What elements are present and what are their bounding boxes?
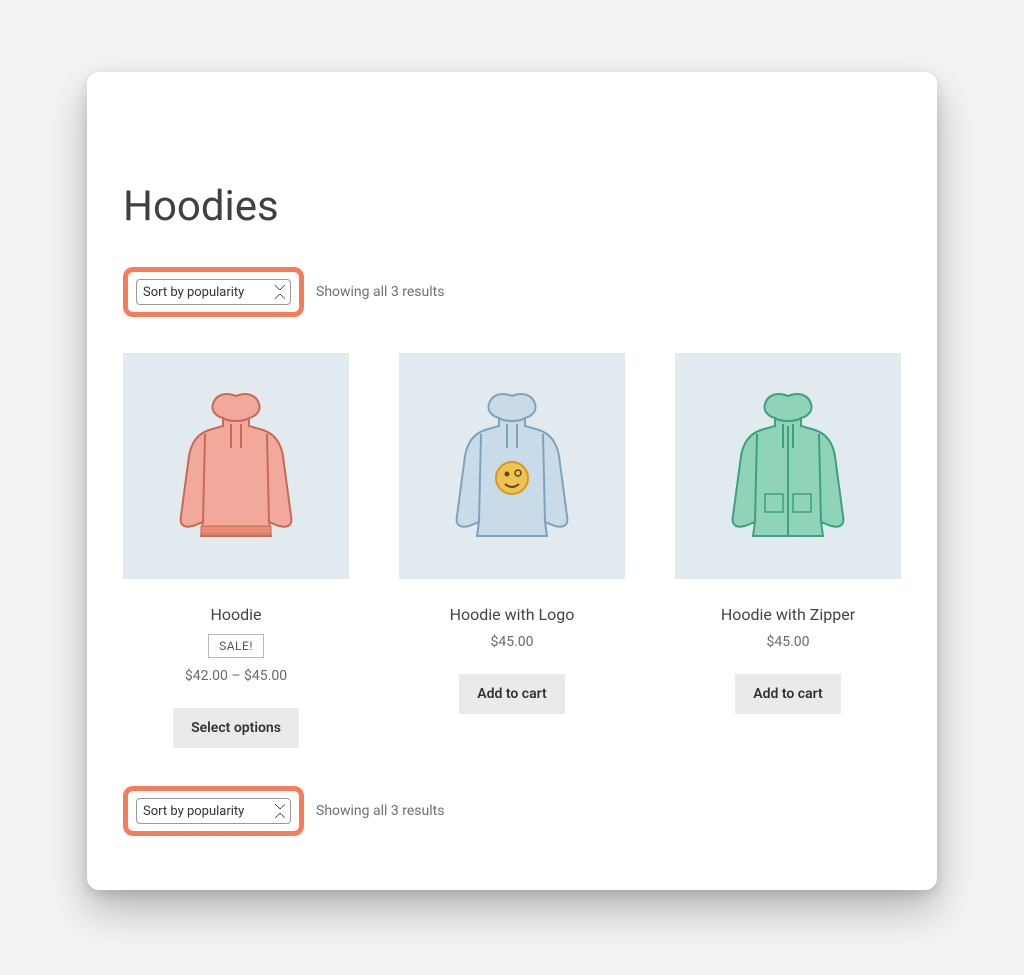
content-card: Hoodies Sort by popularity Showing all 3… — [87, 72, 937, 890]
product-card[interactable]: Hoodie SALE! $42.00 – $45.00 Select opti… — [123, 353, 349, 748]
product-grid: Hoodie SALE! $42.00 – $45.00 Select opti… — [123, 353, 901, 748]
product-image[interactable] — [675, 353, 901, 579]
product-title: Hoodie — [123, 605, 349, 624]
toolbar-top: Sort by popularity Showing all 3 results — [123, 267, 901, 317]
results-count-top: Showing all 3 results — [316, 284, 444, 300]
product-image[interactable] — [399, 353, 625, 579]
results-count-bottom: Showing all 3 results — [316, 803, 444, 819]
hoodie-zip-icon — [713, 386, 863, 546]
select-options-button[interactable]: Select options — [173, 708, 299, 748]
product-card[interactable]: Hoodie with Logo $45.00 Add to cart — [399, 353, 625, 748]
product-image[interactable] — [123, 353, 349, 579]
page-title: Hoodies — [123, 182, 901, 231]
product-price: $45.00 — [675, 634, 901, 650]
sort-select-wrap: Sort by popularity — [136, 279, 291, 305]
sort-select-top[interactable]: Sort by popularity — [136, 279, 291, 305]
product-price: $42.00 – $45.00 — [123, 668, 349, 684]
highlight-annotation-bottom: Sort by popularity — [123, 786, 304, 836]
product-card[interactable]: Hoodie with Zipper $45.00 Add to cart — [675, 353, 901, 748]
sale-badge: SALE! — [208, 634, 264, 658]
hoodie-logo-icon — [437, 386, 587, 546]
highlight-annotation-top: Sort by popularity — [123, 267, 304, 317]
product-title: Hoodie with Logo — [399, 605, 625, 624]
add-to-cart-button[interactable]: Add to cart — [735, 674, 840, 714]
toolbar-bottom: Sort by popularity Showing all 3 results — [123, 786, 901, 836]
product-title: Hoodie with Zipper — [675, 605, 901, 624]
add-to-cart-button[interactable]: Add to cart — [459, 674, 564, 714]
sort-select-bottom[interactable]: Sort by popularity — [136, 798, 291, 824]
hoodie-icon — [161, 386, 311, 546]
sort-select-wrap: Sort by popularity — [136, 798, 291, 824]
product-price: $45.00 — [399, 634, 625, 650]
